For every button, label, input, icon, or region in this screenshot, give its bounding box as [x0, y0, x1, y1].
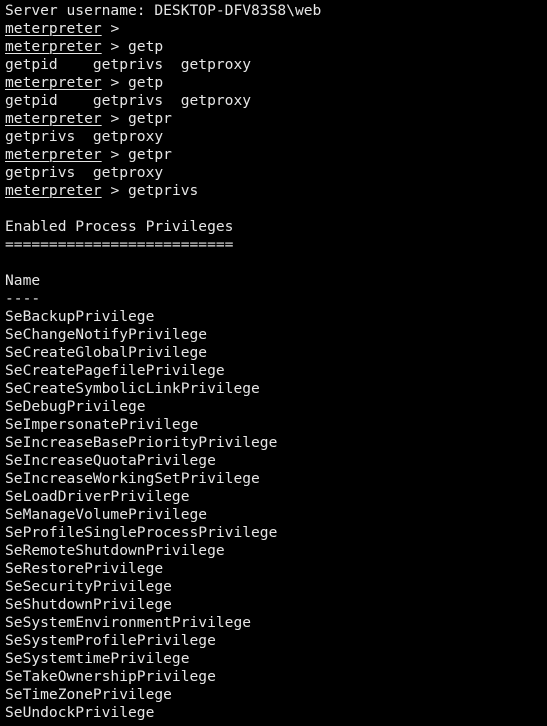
terminal-output-line: Server username: DESKTOP-DFV83S8\web	[5, 2, 322, 19]
command-text: getprivs	[128, 182, 199, 199]
prompt-separator: >	[101, 74, 129, 91]
terminal-output-line: getpid getprivs getproxy	[5, 92, 252, 109]
terminal-prompt-line[interactable]: meterpreter > getpr	[5, 110, 547, 128]
terminal-output-line: ==========================	[5, 236, 234, 253]
terminal-prompt-line[interactable]: meterpreter > getpr	[5, 146, 547, 164]
prompt-label: meterpreter	[5, 146, 102, 163]
command-text: getpr	[128, 146, 172, 163]
prompt-label: meterpreter	[5, 38, 102, 55]
terminal-output-line: SeChangeNotifyPrivilege	[5, 326, 208, 343]
command-text: getp	[128, 74, 164, 91]
terminal-output-line: SeIncreaseWorkingSetPrivilege	[5, 470, 260, 487]
terminal-output-line: ----	[5, 290, 41, 307]
prompt-label: meterpreter	[5, 20, 102, 37]
terminal-prompt-line[interactable]: meterpreter > getp	[5, 74, 547, 92]
prompt-separator: >	[101, 146, 129, 163]
prompt-label: meterpreter	[5, 182, 102, 199]
terminal-output-line: SeSystemEnvironmentPrivilege	[5, 614, 252, 631]
terminal-prompt-line[interactable]: meterpreter > getprivs	[5, 182, 547, 200]
prompt-label: meterpreter	[5, 74, 102, 91]
prompt-separator: >	[101, 110, 129, 127]
terminal-output-line: SeRemoteShutdownPrivilege	[5, 542, 225, 559]
terminal-prompt-line[interactable]: meterpreter > getp	[5, 38, 547, 56]
terminal-output-line: SeIncreaseQuotaPrivilege	[5, 452, 216, 469]
command-text: getpr	[128, 110, 172, 127]
terminal-output-line: SeProfileSingleProcessPrivilege	[5, 524, 278, 541]
terminal-output-line: SeIncreaseBasePriorityPrivilege	[5, 434, 278, 451]
terminal-output-line: SeManageVolumePrivilege	[5, 506, 208, 523]
terminal-output-line: getpid getprivs getproxy	[5, 56, 252, 73]
terminal-output-line: SeCreateSymbolicLinkPrivilege	[5, 380, 260, 397]
terminal-output-line: SeDebugPrivilege	[5, 398, 146, 415]
terminal-output-line: SeCreateGlobalPrivilege	[5, 344, 208, 361]
terminal-output-area[interactable]: Server username: DESKTOP-DFV83S8\web mete…	[0, 0, 547, 726]
terminal-output-line: getprivs getproxy	[5, 164, 164, 181]
terminal-output-line: SeRestorePrivilege	[5, 560, 164, 577]
prompt-separator: >	[101, 182, 129, 199]
terminal-output-line: SeBackupPrivilege	[5, 308, 155, 325]
terminal-output-line: getprivs getproxy	[5, 128, 164, 145]
terminal-output-line: Name	[5, 272, 41, 289]
prompt-label: meterpreter	[5, 110, 102, 127]
terminal-output-line: SeTakeOwnershipPrivilege	[5, 668, 216, 685]
terminal-prompt-line[interactable]: meterpreter >	[5, 20, 547, 38]
terminal-output-line: Enabled Process Privileges	[5, 218, 234, 235]
terminal-output-line: SeSystemtimePrivilege	[5, 650, 190, 667]
terminal-output-line: SeTimeZonePrivilege	[5, 686, 172, 703]
terminal-output-line: SeShutdownPrivilege	[5, 596, 172, 613]
terminal-output-line: SeUndockPrivilege	[5, 704, 155, 721]
terminal-output-line: SeSystemProfilePrivilege	[5, 632, 216, 649]
terminal-output-line: SeLoadDriverPrivilege	[5, 488, 190, 505]
terminal-output-line: SeCreatePagefilePrivilege	[5, 362, 225, 379]
terminal-output-line: SeImpersonatePrivilege	[5, 416, 199, 433]
command-text: getp	[128, 38, 164, 55]
prompt-separator: >	[101, 38, 129, 55]
prompt-separator: >	[101, 20, 129, 37]
terminal-output-line: SeSecurityPrivilege	[5, 578, 172, 595]
